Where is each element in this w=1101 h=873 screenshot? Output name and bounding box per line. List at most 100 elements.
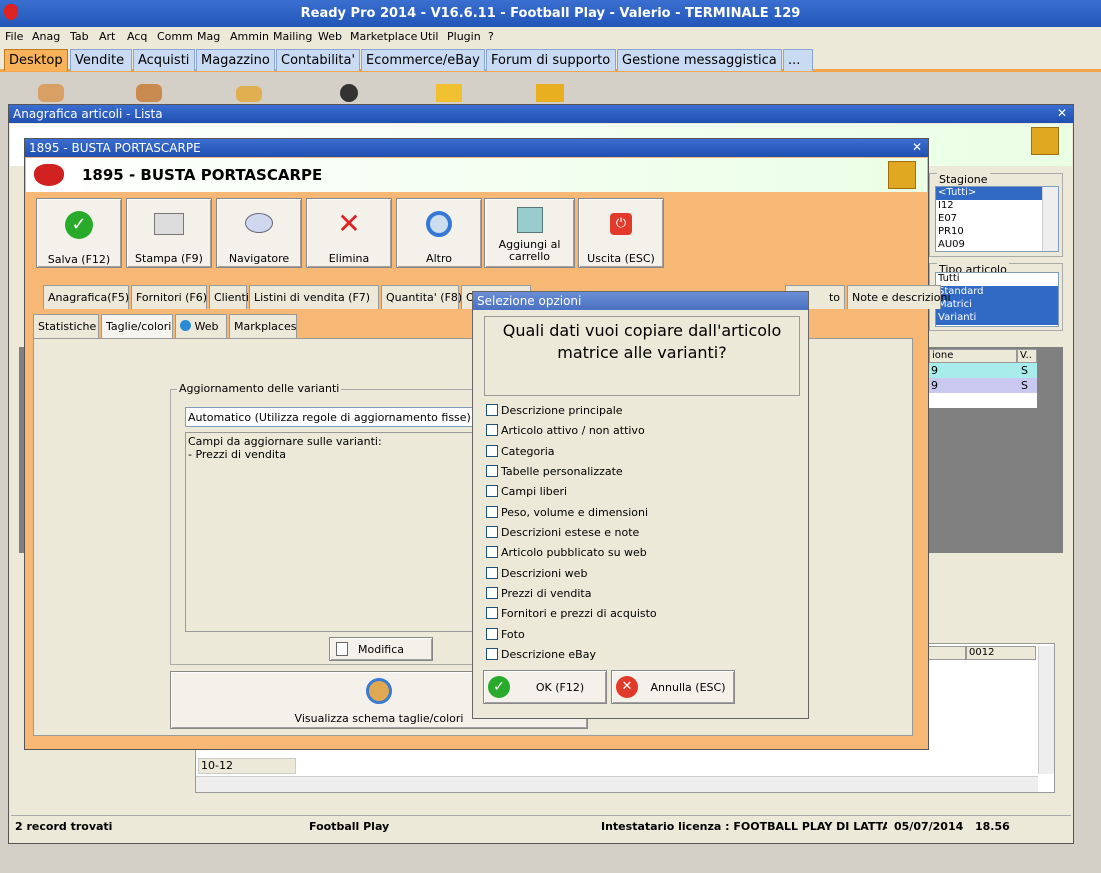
table-row[interactable]: 9 S [929, 378, 1037, 393]
tab-vendite[interactable]: Vendite [70, 49, 132, 71]
tab-anagrafica[interactable]: Anagrafica(F5) [43, 285, 129, 309]
edit-icon [336, 642, 348, 656]
box-icon[interactable] [536, 84, 564, 102]
tab-clienti[interactable]: Clienti [209, 285, 249, 309]
menu-acq[interactable]: Acq [127, 30, 147, 43]
list-item[interactable]: I12 [936, 200, 1058, 213]
add-to-cart-label: Aggiungi al carrello [498, 238, 561, 263]
navigator-button[interactable]: Navigatore [216, 198, 302, 268]
tab-acquisti[interactable]: Acquisti [133, 49, 195, 71]
tab-ecommerce[interactable]: Ecommerce/eBay [361, 49, 485, 71]
menu-ammin[interactable]: Ammin [230, 30, 269, 43]
stagione-group: Stagione <Tutti> I12 E07 PR10 AU09 [929, 173, 1063, 257]
list-item[interactable]: <Tutti> [936, 187, 1042, 200]
option-checkbox[interactable] [486, 424, 498, 436]
menu-comm[interactable]: Comm [157, 30, 193, 43]
tab-desktop[interactable]: Desktop [4, 49, 68, 71]
tab-magazzino[interactable]: Magazzino [196, 49, 275, 71]
tab-note[interactable]: Note e descrizioni [847, 285, 951, 309]
add-to-cart-button[interactable]: Aggiungi al carrello [484, 198, 575, 268]
tab-markplaces[interactable]: Markplaces [229, 314, 297, 338]
grid-cell: S [1021, 364, 1028, 377]
option-label: Articolo attivo / non attivo [501, 424, 645, 437]
grid-cell: S [1021, 379, 1028, 392]
tab-contabilita[interactable]: Contabilita' [276, 49, 360, 71]
tab-more[interactable]: ... [783, 49, 813, 71]
option-checkbox[interactable] [486, 567, 498, 579]
menu-marketplace[interactable]: Marketplace [350, 30, 417, 43]
question-line-1: Quali dati vuoi copiare dall'articolo [502, 321, 782, 340]
menu-web[interactable]: Web [318, 30, 342, 43]
tab-statistiche[interactable]: Statistiche [33, 314, 99, 338]
option-checkbox[interactable] [486, 587, 498, 599]
magnifier-icon [426, 211, 452, 237]
list-item[interactable]: Matrici [936, 299, 1058, 312]
exit-button[interactable]: ⏻ Uscita (ESC) [578, 198, 664, 268]
modify-label: Modifica [358, 643, 404, 656]
option-checkbox[interactable] [486, 465, 498, 477]
update-mode-select[interactable]: Automatico (Utilizza regole di aggiornam… [185, 407, 485, 427]
status-time: 18.56 [975, 820, 1010, 833]
table-row[interactable]: 9 S [929, 363, 1037, 378]
menu-art[interactable]: Art [99, 30, 115, 43]
tab-messaggistica[interactable]: Gestione messaggistica [617, 49, 782, 71]
list-item[interactable]: Varianti [936, 312, 1058, 325]
option-checkbox[interactable] [486, 506, 498, 518]
menu-tab[interactable]: Tab [70, 30, 89, 43]
list-item[interactable]: PR10 [936, 226, 1058, 239]
menu-file[interactable]: File [5, 30, 23, 43]
option-checkbox[interactable] [486, 526, 498, 538]
scrollbar[interactable] [1042, 187, 1058, 251]
agents-icon[interactable] [236, 86, 262, 102]
users-icon[interactable] [38, 84, 64, 102]
menu-anag[interactable]: Anag [32, 30, 60, 43]
list-item[interactable]: E07 [936, 213, 1058, 226]
scrollbar[interactable] [1038, 646, 1054, 774]
option-checkbox[interactable] [486, 546, 498, 558]
save-button[interactable]: ✓ Salva (F12) [36, 198, 122, 268]
menu-help[interactable]: ? [488, 30, 494, 43]
option-label: Tabelle personalizzate [501, 465, 623, 478]
print-button[interactable]: Stampa (F9) [126, 198, 212, 268]
tab-web[interactable]: Web [175, 314, 227, 338]
menu-mailing[interactable]: Mailing [273, 30, 312, 43]
list-window-title: Anagrafica articoli - Lista [13, 107, 163, 121]
list-item[interactable]: AU09 [936, 239, 1058, 251]
scrollbar[interactable] [196, 776, 1038, 792]
tab-forum[interactable]: Forum di supporto [486, 49, 616, 71]
delete-button[interactable]: ✕ Elimina [306, 198, 392, 268]
tab-taglie-colori[interactable]: Taglie/colori [101, 314, 173, 340]
customers-icon[interactable] [136, 84, 162, 102]
cancel-button[interactable]: ✕ Annulla (ESC) [611, 670, 735, 704]
option-checkbox[interactable] [486, 628, 498, 640]
option-checkbox[interactable] [486, 404, 498, 416]
option-label: Prezzi di vendita [501, 587, 592, 600]
grid-cell: 9 [931, 379, 938, 392]
table-row [929, 393, 1037, 408]
operator-icon[interactable] [340, 84, 358, 102]
option-checkbox[interactable] [486, 485, 498, 497]
list-item[interactable]: Tutti [936, 273, 1058, 286]
option-checkbox[interactable] [486, 607, 498, 619]
option-label: Fornitori e prezzi di acquisto [501, 607, 657, 620]
tab-quantita[interactable]: Quantita' (F8) [381, 285, 462, 309]
option-label: Descrizione eBay [501, 648, 596, 661]
modify-button[interactable]: Modifica [329, 637, 433, 661]
fields-textarea[interactable]: Campi da aggiornare sulle varianti: - Pr… [185, 432, 485, 632]
option-checkbox[interactable] [486, 445, 498, 457]
close-icon[interactable]: ✕ [912, 140, 922, 154]
tab-fornitori[interactable]: Fornitori (F6) [131, 285, 207, 309]
menu-bar: File Anag Tab Art Acq Comm Mag Ammin Mai… [0, 27, 1101, 46]
other-button[interactable]: Altro [396, 198, 482, 268]
menu-util[interactable]: Util [420, 30, 438, 43]
ok-button[interactable]: ✓ OK (F12) [483, 670, 607, 704]
menu-mag[interactable]: Mag [197, 30, 220, 43]
close-icon[interactable]: ✕ [1057, 106, 1067, 120]
list-item[interactable]: Standard [936, 286, 1058, 299]
tab-listini[interactable]: Listini di vendita (F7) [249, 285, 379, 309]
menu-plugin[interactable]: Plugin [447, 30, 481, 43]
notes-icon[interactable] [436, 84, 462, 102]
tipo-list[interactable]: Tutti Standard Matrici Varianti [935, 272, 1059, 327]
stagione-list[interactable]: <Tutti> I12 E07 PR10 AU09 [935, 186, 1059, 252]
option-checkbox[interactable] [486, 648, 498, 660]
